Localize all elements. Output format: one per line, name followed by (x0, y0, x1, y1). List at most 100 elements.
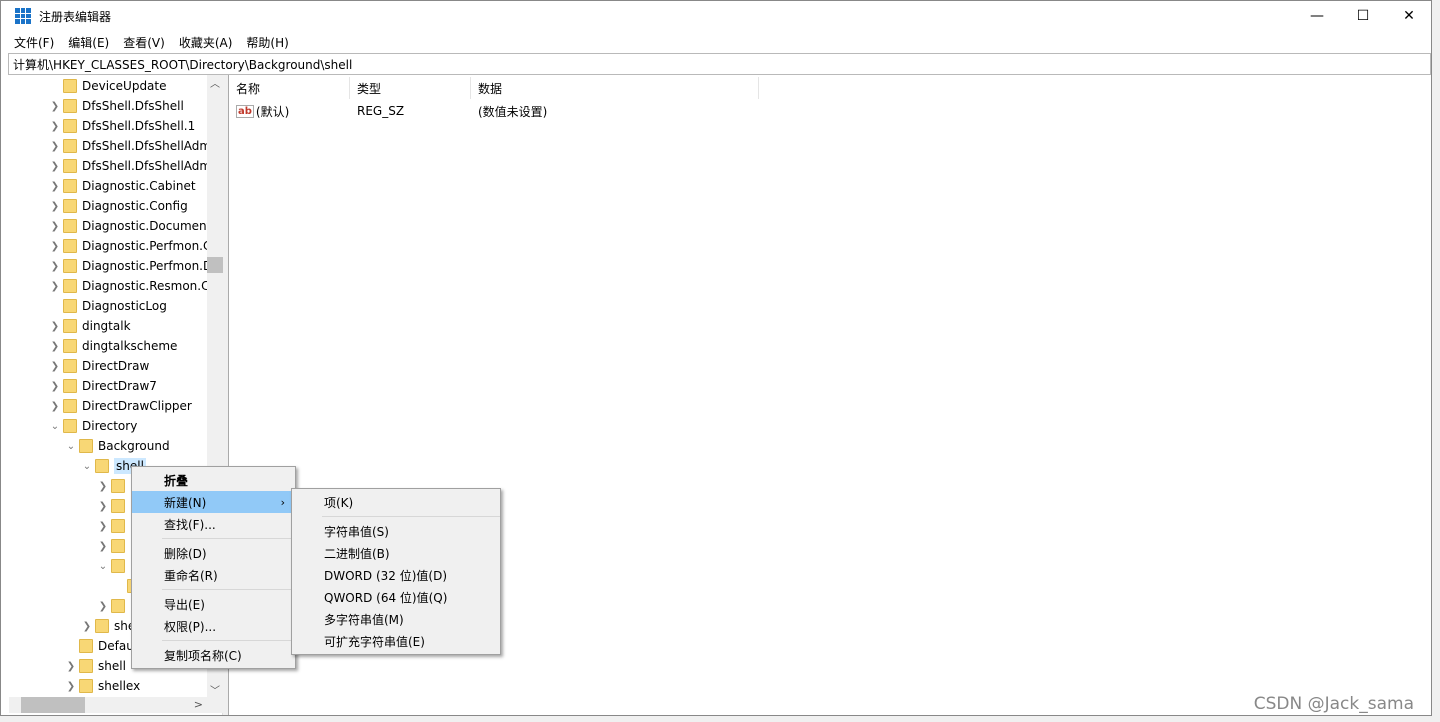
expand-chevron-icon[interactable]: ❯ (47, 201, 63, 212)
expand-chevron-icon[interactable]: ❯ (47, 181, 63, 192)
collapse-chevron-icon[interactable]: ⌄ (47, 421, 63, 432)
minimize-button[interactable]: — (1294, 1, 1340, 31)
tree-node[interactable]: ❯ (95, 536, 130, 556)
window-title: 注册表编辑器 (39, 9, 112, 24)
tree-node[interactable]: ❯ Diagnostic.Perfmon.D (47, 256, 212, 276)
tree-node[interactable]: ❯ dingtalk (47, 316, 131, 336)
tree-node[interactable]: ❯ DfsShell.DfsShellAdm (47, 136, 211, 156)
expand-chevron-icon[interactable]: ❯ (47, 281, 63, 292)
address-bar[interactable]: 计算机\HKEY_CLASSES_ROOT\Directory\Backgrou… (8, 53, 1431, 75)
scroll-up-icon[interactable]: ︿ (207, 75, 223, 90)
menu-item[interactable]: 导出(E) (132, 593, 295, 615)
value-row-name[interactable]: ab (默认) (236, 102, 289, 120)
tree-node[interactable]: ❯ DfsShell.DfsShell.1 (47, 116, 195, 136)
collapse-chevron-icon[interactable]: ⌄ (63, 441, 79, 452)
tree-node[interactable]: ❯ DfsShell.DfsShellAdm (47, 156, 211, 176)
expand-chevron-icon[interactable]: ❯ (47, 381, 63, 392)
tree-node[interactable]: ❯ DfsShell.DfsShell (47, 96, 184, 116)
tree-node[interactable]: DeviceUpdate (47, 76, 167, 96)
menu-item[interactable]: QWORD (64 位)值(Q) (292, 586, 500, 608)
tree-node-label: DirectDraw7 (82, 379, 157, 393)
tree-node-label: dingtalkscheme (82, 339, 178, 353)
column-header-data[interactable]: 数据 (472, 77, 759, 99)
expand-chevron-icon[interactable]: ❯ (47, 261, 63, 272)
tree-node[interactable]: ❯ dingtalkscheme (47, 336, 177, 356)
maximize-button[interactable]: ☐ (1340, 1, 1386, 31)
tree-node[interactable]: ❯ (95, 496, 130, 516)
menu-item[interactable]: 帮助(H) (239, 34, 295, 51)
menu-item[interactable]: DWORD (32 位)值(D) (292, 564, 500, 586)
expand-chevron-icon[interactable]: ❯ (95, 541, 111, 552)
collapse-chevron-icon[interactable]: ⌄ (79, 461, 95, 472)
folder-icon (111, 519, 125, 533)
folder-icon (63, 99, 77, 113)
menu-item[interactable]: 新建(N) › (132, 491, 295, 513)
tree-horizontal-scroll-thumb[interactable] (21, 697, 85, 713)
expand-chevron-icon[interactable]: ❯ (95, 501, 111, 512)
tree-node[interactable]: ⌄ Background (63, 436, 170, 456)
expand-chevron-icon[interactable]: ❯ (47, 101, 63, 112)
folder-icon (63, 119, 77, 133)
close-button[interactable]: ✕ (1386, 1, 1432, 31)
menu-item-label: 查找(F)... (164, 517, 216, 532)
tree-node[interactable]: ⌄ (95, 556, 130, 576)
menu-item[interactable]: 复制项名称(C) (132, 644, 295, 666)
expand-chevron-icon[interactable]: ❯ (47, 141, 63, 152)
menu-item[interactable]: 项(K) (292, 491, 500, 513)
tree-node[interactable]: ❯ shellex (63, 676, 140, 696)
menu-item[interactable]: 文件(F) (7, 34, 61, 51)
tree-node[interactable]: ❯ DirectDraw7 (47, 376, 157, 396)
menu-item[interactable]: 编辑(E) (61, 34, 116, 51)
tree-node[interactable]: ❯ (95, 476, 130, 496)
collapse-chevron-icon[interactable]: ⌄ (95, 561, 111, 572)
expand-chevron-icon[interactable]: ❯ (47, 401, 63, 412)
menu-item[interactable]: 删除(D) (132, 542, 295, 564)
tree-node[interactable]: ❯ shell (63, 656, 126, 676)
tree-node[interactable]: ❯ Diagnostic.Document (47, 216, 211, 236)
menu-item[interactable]: 收藏夹(A) (172, 34, 240, 51)
value-type: REG_SZ (357, 104, 405, 118)
expand-chevron-icon[interactable]: ❯ (95, 601, 111, 612)
expand-chevron-icon[interactable]: ❯ (79, 621, 95, 632)
scroll-right-icon[interactable]: > (194, 698, 203, 711)
folder-icon (63, 359, 77, 373)
folder-icon (63, 419, 77, 433)
tree-node[interactable]: Defau (63, 636, 134, 656)
expand-chevron-icon[interactable]: ❯ (47, 361, 63, 372)
menu-item[interactable]: 多字符串值(M) (292, 608, 500, 630)
menu-item[interactable]: 重命名(R) (132, 564, 295, 586)
expand-chevron-icon[interactable]: ❯ (47, 241, 63, 252)
column-header-name[interactable]: 名称 (230, 77, 350, 99)
scroll-down-icon[interactable]: ﹀ (207, 682, 223, 697)
expand-chevron-icon[interactable]: ❯ (63, 681, 79, 692)
expand-chevron-icon[interactable]: ❯ (47, 321, 63, 332)
expand-chevron-icon[interactable]: ❯ (63, 661, 79, 672)
expand-chevron-icon[interactable]: ❯ (47, 221, 63, 232)
expand-chevron-icon[interactable]: ❯ (47, 121, 63, 132)
menu-item[interactable]: 二进制值(B) (292, 542, 500, 564)
tree-node[interactable]: ❯ Diagnostic.Resmon.C (47, 276, 209, 296)
tree-node[interactable]: DiagnosticLog (47, 296, 167, 316)
tree-node[interactable]: ❯ Diagnostic.Config (47, 196, 188, 216)
menu-item[interactable]: 折叠 (132, 469, 295, 491)
tree-node[interactable]: ⌄ Directory (47, 416, 137, 436)
expand-chevron-icon[interactable]: ❯ (47, 161, 63, 172)
tree-node[interactable]: ❯ (95, 516, 130, 536)
tree-node[interactable]: ❯ Diagnostic.Cabinet (47, 176, 196, 196)
column-header-type[interactable]: 类型 (351, 77, 471, 99)
menu-item[interactable]: 查找(F)... (132, 513, 295, 535)
tree-vertical-scroll-thumb[interactable] (207, 257, 223, 273)
tree-node[interactable]: ❯ Diagnostic.Perfmon.C (47, 236, 211, 256)
tree-node[interactable]: ❯ she (79, 616, 135, 636)
tree-node[interactable]: ❯ DirectDraw (47, 356, 149, 376)
expand-chevron-icon[interactable]: ❯ (95, 481, 111, 492)
expand-chevron-icon[interactable]: ❯ (47, 341, 63, 352)
tree-node[interactable]: ❯ DirectDrawClipper (47, 396, 192, 416)
expand-chevron-icon[interactable]: ❯ (95, 521, 111, 532)
menu-item[interactable]: 字符串值(S) (292, 520, 500, 542)
tree-node[interactable]: ❯ (95, 596, 130, 616)
menu-item[interactable]: 权限(P)... (132, 615, 295, 637)
menu-item[interactable]: 可扩充字符串值(E) (292, 630, 500, 652)
folder-icon (79, 439, 93, 453)
menu-item[interactable]: 查看(V) (116, 34, 172, 51)
